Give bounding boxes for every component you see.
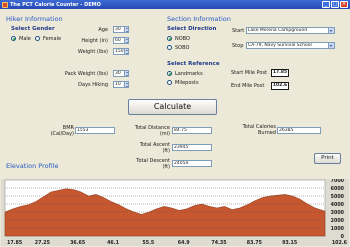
sobo-option-label: SOBO	[175, 45, 190, 51]
weight-input[interactable]: 150	[113, 48, 129, 55]
total-ascent-label: Total Ascent (ft)	[118, 142, 170, 154]
stop-label: Stop	[232, 43, 244, 49]
total-descent-output: 24054	[172, 160, 212, 167]
total-calories-output: 26385	[277, 127, 321, 134]
stop-dropdown[interactable]: CA-79, Navy Survival School	[246, 42, 335, 49]
section-info-heading: Section Information	[167, 15, 231, 23]
total-descent-label: Total Descent (ft)	[118, 158, 170, 170]
start-dropdown-arrow[interactable]	[328, 28, 334, 33]
end-mile-post-label: End Mile Post	[231, 83, 265, 89]
x-tick-label: 17.85	[7, 240, 22, 246]
main-window: Hiker Information Select Gender Male Fem…	[0, 9, 350, 247]
x-tick-label: 27.25	[35, 240, 50, 246]
pack-weight-value: 30	[115, 71, 121, 76]
elevation-chart-svg: 7000 6000 5000 4000 3000 2000 1000 0 17.85 27.25 3…	[4, 179, 348, 246]
minimize-button[interactable]: _	[322, 1, 330, 8]
stop-value: CA-79, Navy Survival School	[248, 43, 312, 48]
x-tick-label: 55.5	[142, 240, 154, 246]
total-descent-label-line2: (ft)	[162, 164, 170, 170]
hiker-info-heading: Hiker Information	[6, 15, 63, 23]
calculate-button[interactable]: Calculate	[128, 99, 217, 115]
days-hiking-input[interactable]: 10	[113, 81, 129, 88]
mileposts-option-label: Mileposts	[175, 80, 199, 86]
gender-label: Select Gender	[11, 26, 55, 32]
weight-spinner[interactable]	[124, 49, 128, 54]
age-spinner[interactable]	[124, 27, 128, 32]
y-tick-label: 1000	[331, 226, 345, 232]
x-tick-label: 102.6	[332, 240, 348, 246]
age-value: 30	[115, 27, 121, 32]
nobo-radio[interactable]	[167, 36, 172, 41]
start-label: Start	[232, 28, 245, 34]
total-ascent-label-line2: (ft)	[162, 148, 170, 154]
days-hiking-value: 10	[115, 82, 121, 87]
print-button[interactable]: Print	[314, 153, 341, 164]
direction-label: Select Direction	[167, 26, 217, 32]
maximize-button[interactable]: □	[331, 1, 339, 8]
stop-dropdown-arrow[interactable]	[328, 43, 334, 48]
mileposts-radio[interactable]	[167, 80, 172, 85]
landmarks-radio[interactable]	[167, 71, 172, 76]
title-bar: The PCT Calorie Counter - DEMO _ □ ×	[0, 0, 350, 9]
height-spinner[interactable]	[124, 38, 128, 43]
total-distance-label-line2: (mi)	[159, 131, 170, 137]
female-option-label: Female	[43, 36, 62, 42]
end-mile-post-value: 102.6	[271, 82, 289, 90]
total-calories-label-line2: Burned	[258, 130, 276, 136]
pack-weight-input[interactable]: 30	[113, 70, 129, 77]
bmr-label: BMR (Cal/Day)	[38, 125, 74, 137]
male-radio[interactable]	[11, 36, 16, 41]
female-radio[interactable]	[35, 36, 40, 41]
height-value: 60	[115, 38, 121, 43]
x-tick-label: 64.9	[178, 240, 190, 246]
total-distance-label: Total Distance (mi)	[118, 125, 170, 137]
sobo-radio[interactable]	[167, 45, 172, 50]
total-calories-label: Total Calories Burned	[222, 124, 276, 136]
y-tick-label: 3000	[331, 210, 345, 216]
pack-weight-spinner[interactable]	[124, 71, 128, 76]
nobo-option-label: NOBO	[175, 36, 190, 42]
start-mile-post-value: 17.85	[271, 69, 289, 77]
x-tick-label: 36.65	[70, 240, 85, 246]
window-title: The PCT Calorie Counter - DEMO	[10, 1, 101, 8]
days-hiking-spinner[interactable]	[124, 82, 128, 87]
weight-label: Weight (lbs)	[77, 49, 108, 55]
male-option-label: Male	[19, 36, 31, 42]
x-tick-label: 46.1	[107, 240, 119, 246]
days-hiking-label: Days Hiking	[78, 82, 108, 88]
reference-label: Select Reference	[167, 61, 220, 67]
y-tick-label: 7000	[331, 179, 345, 184]
y-tick-label: 6000	[331, 186, 345, 192]
height-input[interactable]: 60	[113, 37, 129, 44]
bmr-output: 1553	[75, 127, 115, 134]
elevation-profile-chart: 7000 6000 5000 4000 3000 2000 1000 0 17.85 27.25 3…	[1, 179, 349, 246]
total-ascent-output: 23945	[172, 144, 212, 151]
app-icon	[2, 1, 8, 8]
total-distance-output: 84.75	[172, 127, 212, 134]
x-tick-label: 74.35	[211, 240, 226, 246]
x-tick-label: 93.15	[282, 240, 297, 246]
y-tick-label: 2000	[331, 218, 345, 224]
start-dropdown[interactable]: Lake Morena Campground	[246, 27, 335, 34]
weight-value: 150	[115, 49, 124, 54]
age-input[interactable]: 30	[113, 26, 129, 33]
y-tick-label: 4000	[331, 202, 345, 208]
start-value: Lake Morena Campground	[248, 28, 308, 33]
elevation-profile-title: Elevation Profile	[6, 162, 59, 170]
x-tick-label: 83.75	[247, 240, 262, 246]
y-tick-label: 5000	[331, 194, 345, 200]
start-mile-post-label: Start Mile Post	[231, 70, 268, 76]
landmarks-option-label: Landmarks	[175, 71, 203, 77]
close-button[interactable]: ×	[340, 1, 348, 8]
age-label: Age	[98, 27, 108, 33]
y-tick-label: 0	[341, 234, 345, 240]
height-label: Height (in)	[81, 38, 108, 44]
pack-weight-label: Pack Weight (lbs)	[64, 71, 108, 77]
bmr-label-line2: (Cal/Day)	[50, 131, 74, 137]
